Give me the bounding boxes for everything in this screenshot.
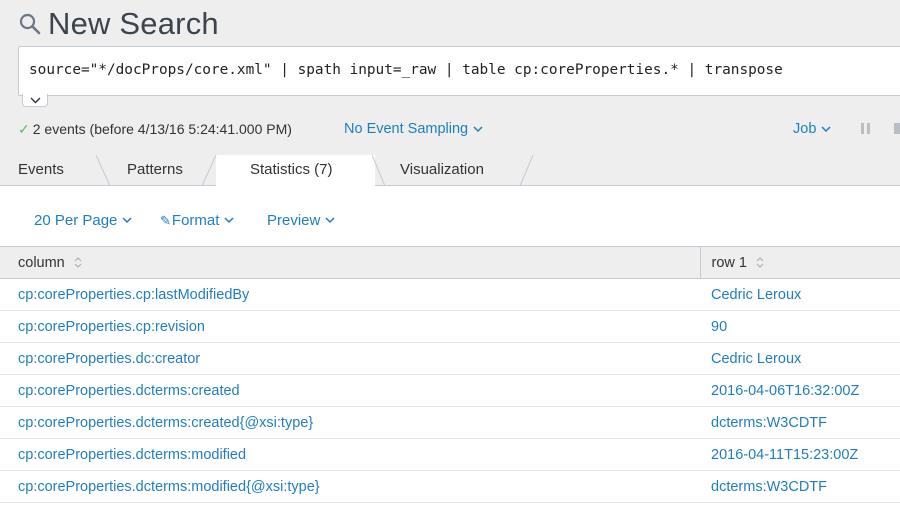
per-page-label: 20 Per Page [34,212,118,229]
column-header-column[interactable]: column [0,246,700,279]
column-header-label: column [18,254,65,271]
field-value-cell[interactable]: dcterms:W3CDTF [700,406,900,439]
table-row: cp:coreProperties.dc:creator Cedric Lero… [0,342,900,375]
column-header-label: row 1 [711,254,747,271]
per-page-dropdown[interactable]: 20 Per Page [34,212,132,229]
table-header-row: column row 1 [0,246,900,279]
job-label: Job [793,121,817,137]
table-row: cp:coreProperties.dcterms:modified{@xsi:… [0,470,900,503]
chevron-down-icon [325,217,335,224]
chevron-down-icon [473,125,483,132]
chevron-down-icon [224,217,234,224]
table-row: cp:coreProperties.dcterms:created 2016-0… [0,374,900,407]
tab-visualization[interactable]: Visualization [400,161,484,178]
table-row: cp:coreProperties.cp:lastModifiedBy Cedr… [0,278,900,311]
results-tab-bar: Events Patterns Statistics (7) Visualiza… [0,155,900,187]
tab-patterns[interactable]: Patterns [127,161,183,178]
pencil-icon: ✎ [160,212,171,228]
field-value-cell[interactable]: Cedric Leroux [700,342,900,375]
field-value-cell[interactable]: Cedric Leroux [700,278,900,311]
event-count-status: 2 events (before 4/13/16 5:24:41.000 PM) [32,121,292,137]
format-dropdown[interactable]: ✎ Format [160,212,234,229]
field-name-cell[interactable]: cp:coreProperties.dcterms:modified [0,438,700,471]
job-menu-button[interactable]: Job [793,121,831,137]
pause-icon[interactable] [861,123,871,134]
format-label: Format [171,212,220,229]
chevron-down-icon [30,97,40,103]
results-toolbar: 20 Per Page ✎ Format Preview [0,212,900,234]
sort-icon [74,257,82,269]
stop-icon[interactable] [894,123,900,134]
chevron-down-icon [122,217,132,224]
search-query-input[interactable]: source="*/docProps/core.xml" | spath inp… [18,46,900,96]
field-name-cell[interactable]: cp:coreProperties.dcterms:created [0,374,700,407]
field-name-cell[interactable]: cp:coreProperties.dcterms:created{@xsi:t… [0,406,700,439]
statistics-table: column row 1 cp:coreProperties.cp:lastMo… [0,246,900,503]
field-name-cell[interactable]: cp:coreProperties.dc:creator [0,342,700,375]
event-sampling-dropdown[interactable]: No Event Sampling [344,121,483,137]
tab-events[interactable]: Events [18,161,64,178]
sort-icon [756,257,764,269]
preview-dropdown[interactable]: Preview [267,212,335,229]
preview-label: Preview [267,212,321,229]
tab-statistics[interactable]: Statistics (7) [250,161,333,178]
column-header-row1[interactable]: row 1 [699,246,900,279]
page-title: New Search [48,6,219,41]
chevron-down-icon [821,125,831,132]
job-status-bar: ✓ 2 events (before 4/13/16 5:24:41.000 P… [18,118,900,140]
field-name-cell[interactable]: cp:coreProperties.cp:revision [0,310,700,343]
field-name-cell[interactable]: cp:coreProperties.cp:lastModifiedBy [0,278,700,311]
table-row: cp:coreProperties.cp:revision 90 [0,310,900,343]
field-value-cell[interactable]: 90 [700,310,900,343]
table-row: cp:coreProperties.dcterms:modified 2016-… [0,438,900,471]
field-value-cell[interactable]: dcterms:W3CDTF [700,470,900,503]
page-header: New Search [18,6,219,42]
table-row: cp:coreProperties.dcterms:created{@xsi:t… [0,406,900,439]
search-icon [19,13,41,35]
field-value-cell[interactable]: 2016-04-06T16:32:00Z [700,374,900,407]
search-query-text[interactable]: source="*/docProps/core.xml" | spath inp… [29,62,783,78]
field-name-cell[interactable]: cp:coreProperties.dcterms:modified{@xsi:… [0,470,700,503]
field-value-cell[interactable]: 2016-04-11T15:23:00Z [700,438,900,471]
checkmark-icon: ✓ [18,120,30,137]
expand-search-toggle[interactable] [22,94,48,107]
event-sampling-label: No Event Sampling [344,121,469,137]
